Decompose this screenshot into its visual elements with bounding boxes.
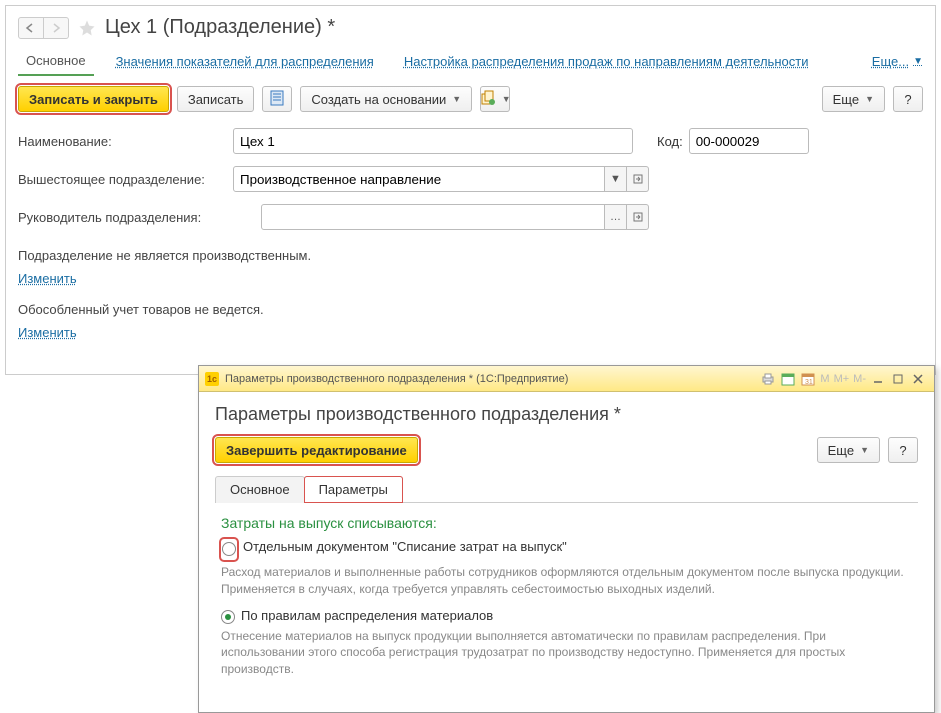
manager-label: Руководитель подразделения: bbox=[18, 210, 261, 225]
code-input[interactable] bbox=[689, 128, 809, 154]
more-button[interactable]: Еще ▼ bbox=[822, 86, 885, 112]
parent-dropdown-button[interactable]: ▼ bbox=[605, 166, 627, 192]
dialog-tabs: Основное Параметры bbox=[215, 475, 918, 503]
tab-main[interactable]: Основное bbox=[18, 47, 94, 76]
open-icon bbox=[633, 174, 643, 184]
maximize-icon[interactable] bbox=[889, 370, 907, 388]
radio-separate-doc-label[interactable]: Отдельным документом "Списание затрат на… bbox=[243, 539, 567, 554]
calendar-icon[interactable] bbox=[779, 370, 797, 388]
dialog-title: Параметры производственного подразделени… bbox=[215, 404, 918, 425]
change-accounting-link[interactable]: Изменить bbox=[6, 321, 89, 344]
radio-row-distribution-rules: По правилам распределения материалов bbox=[221, 608, 912, 624]
radio-distribution-rules-label[interactable]: По правилам распределения материалов bbox=[241, 608, 493, 623]
radio-separate-doc-desc: Расход материалов и выполненные работы с… bbox=[221, 564, 912, 598]
document-icon bbox=[270, 90, 284, 109]
dialog-help-button[interactable]: ? bbox=[888, 437, 918, 463]
page-title: Цех 1 (Подразделение) * bbox=[105, 16, 335, 39]
minimize-icon[interactable] bbox=[869, 370, 887, 388]
open-icon bbox=[633, 212, 643, 222]
header: Цех 1 (Подразделение) * bbox=[6, 6, 935, 47]
params-dialog: 1c Параметры производственного подраздел… bbox=[198, 365, 935, 713]
tab-more[interactable]: Еще... ▼ bbox=[872, 54, 923, 69]
copy-icon bbox=[480, 90, 496, 109]
nav-tabs: Основное Значения показателей для распре… bbox=[6, 47, 935, 76]
calendar2-icon[interactable]: 31 bbox=[799, 370, 817, 388]
chevron-down-icon: ▼ bbox=[865, 94, 874, 104]
finish-editing-button[interactable]: Завершить редактирование bbox=[215, 437, 418, 463]
row-parent: Вышестоящее подразделение: ▼ bbox=[6, 160, 935, 198]
more-label: Еще bbox=[833, 92, 859, 107]
memory-mminus-button[interactable]: M- bbox=[853, 373, 866, 385]
dialog-more-button[interactable]: Еще ▼ bbox=[817, 437, 880, 463]
radio-distribution-rules-desc: Отнесение материалов на выпуск продукции… bbox=[221, 628, 912, 678]
help-button[interactable]: ? bbox=[893, 86, 923, 112]
dialog-tab-main[interactable]: Основное bbox=[215, 476, 305, 503]
manager-input[interactable] bbox=[261, 204, 605, 230]
dialog-body: Параметры производственного подразделени… bbox=[199, 392, 934, 712]
memory-m-button[interactable]: M bbox=[820, 373, 829, 385]
tab-more-label: Еще... bbox=[872, 54, 909, 69]
report-button[interactable] bbox=[262, 86, 292, 112]
manager-select-button[interactable]: … bbox=[605, 204, 627, 230]
create-based-button[interactable]: Создать на основании ▼ bbox=[300, 86, 472, 112]
attachments-button[interactable]: ▼ bbox=[480, 86, 510, 112]
parent-open-button[interactable] bbox=[627, 166, 649, 192]
back-button[interactable] bbox=[18, 17, 44, 39]
parent-label: Вышестоящее подразделение: bbox=[18, 172, 233, 187]
name-label: Наименование: bbox=[18, 134, 233, 149]
save-close-label: Записать и закрыть bbox=[29, 92, 158, 107]
manager-combo: … bbox=[261, 204, 649, 230]
costs-section-heading: Затраты на выпуск списываются: bbox=[221, 515, 912, 531]
svg-text:31: 31 bbox=[805, 379, 813, 386]
memory-mplus-button[interactable]: M+ bbox=[834, 373, 850, 385]
name-input[interactable] bbox=[233, 128, 633, 154]
save-label: Записать bbox=[188, 92, 244, 107]
app-icon: 1c bbox=[205, 372, 219, 386]
radio-distribution-rules[interactable] bbox=[221, 610, 235, 624]
row-name: Наименование: Код: bbox=[6, 122, 935, 160]
radio-row-separate-doc: Отдельным документом "Списание затрат на… bbox=[221, 539, 912, 560]
close-icon[interactable] bbox=[909, 370, 927, 388]
dialog-help-label: ? bbox=[899, 443, 906, 458]
finish-label: Завершить редактирование bbox=[226, 443, 407, 458]
info-no-separate: Обособленный учет товаров не ведется. bbox=[6, 290, 935, 321]
chevron-down-icon: ▼ bbox=[502, 94, 511, 104]
dialog-titlebar: 1c Параметры производственного подраздел… bbox=[199, 366, 934, 392]
parent-input[interactable] bbox=[233, 166, 605, 192]
change-production-link[interactable]: Изменить bbox=[6, 267, 89, 290]
tab-sales-distribution[interactable]: Настройка распределения продаж по направ… bbox=[396, 48, 817, 75]
dialog-titlebar-text: Параметры производственного подразделени… bbox=[225, 373, 568, 385]
tab-distribution-values[interactable]: Значения показателей для распределения bbox=[108, 48, 382, 75]
save-button[interactable]: Записать bbox=[177, 86, 255, 112]
code-label: Код: bbox=[657, 134, 683, 149]
chevron-down-icon: ▼ bbox=[913, 56, 923, 67]
create-based-label: Создать на основании bbox=[311, 92, 446, 107]
row-manager: Руководитель подразделения: … bbox=[6, 198, 935, 236]
parent-combo: ▼ bbox=[233, 166, 649, 192]
chevron-down-icon: ▼ bbox=[452, 94, 461, 104]
dialog-toolbar: Завершить редактирование Еще ▼ ? bbox=[215, 437, 918, 463]
chevron-down-icon: ▼ bbox=[860, 445, 869, 455]
radio-highlight bbox=[221, 539, 237, 560]
favorite-star-icon[interactable] bbox=[77, 18, 97, 38]
dialog-tab-params[interactable]: Параметры bbox=[304, 476, 403, 503]
dialog-tab-content: Затраты на выпуск списываются: Отдельным… bbox=[215, 503, 918, 700]
main-toolbar: Записать и закрыть Записать Создать на о… bbox=[6, 76, 935, 122]
dialog-more-label: Еще bbox=[828, 443, 854, 458]
info-not-production: Подразделение не является производственн… bbox=[6, 236, 935, 267]
save-close-button[interactable]: Записать и закрыть bbox=[18, 86, 169, 112]
print-icon[interactable] bbox=[759, 370, 777, 388]
radio-separate-doc[interactable] bbox=[222, 542, 236, 556]
main-window: Цех 1 (Подразделение) * Основное Значени… bbox=[5, 5, 936, 375]
help-label: ? bbox=[904, 92, 911, 107]
manager-open-button[interactable] bbox=[627, 204, 649, 230]
forward-button[interactable] bbox=[43, 17, 69, 39]
